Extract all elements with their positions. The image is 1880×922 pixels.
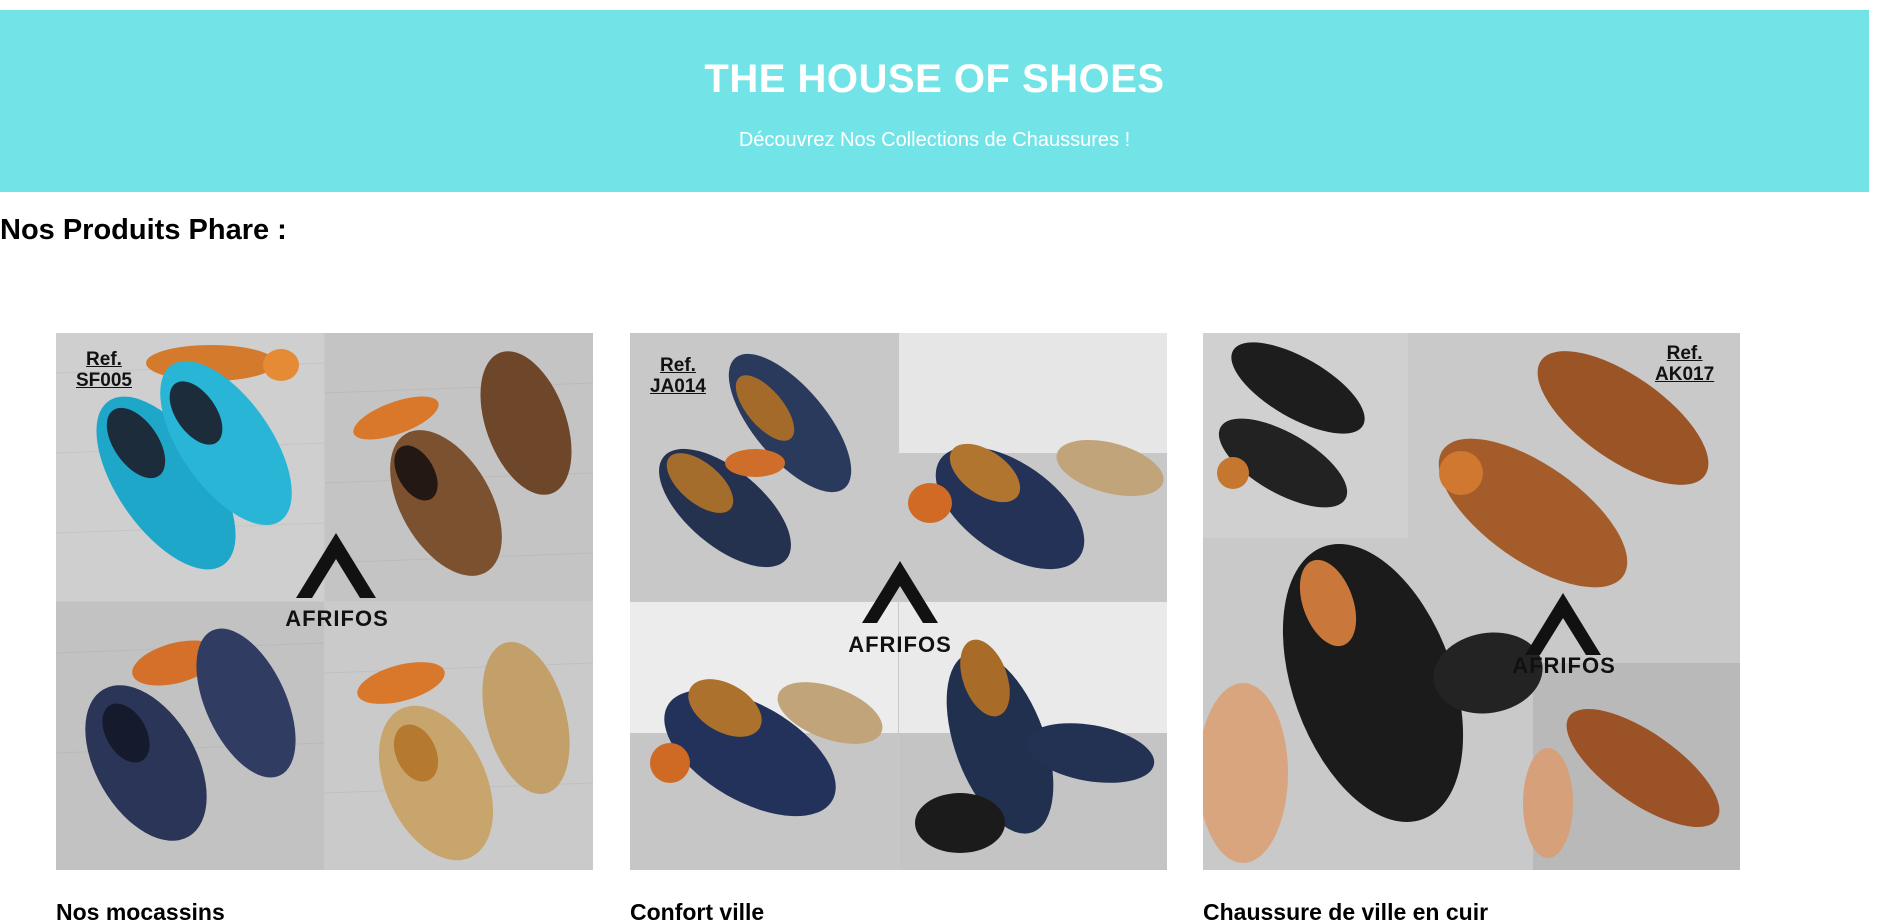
page: THE HOUSE OF SHOES Découvrez Nos Collect… — [0, 0, 1880, 922]
product-card-confort-ville[interactable]: Ref. JA014 AFRIFOS Confort ville — [630, 333, 1167, 922]
product-ref-label: Ref. AK017 — [1655, 343, 1714, 385]
ref-word: Ref. — [86, 349, 122, 370]
ref-word: Ref. — [1666, 343, 1703, 364]
ref-code: SF005 — [76, 370, 132, 391]
product-photo — [1203, 333, 1740, 870]
ref-code: AK017 — [1655, 364, 1715, 385]
site-tagline: Découvrez Nos Collections de Chaussures … — [738, 129, 1131, 151]
product-card-mocassins[interactable]: Ref. SF005 AFRIFOS Nos mocassins — [56, 333, 593, 922]
product-ref-label: Ref. SF005 — [76, 349, 132, 391]
featured-products-heading: Nos Produits Phare : — [0, 214, 287, 246]
site-title: THE HOUSE OF SHOES — [704, 57, 1165, 101]
product-ref-label: Ref. JA014 — [650, 355, 706, 397]
brand-logo: AFRIFOS — [285, 606, 389, 631]
product-name[interactable]: Chaussure de ville en cuir — [1203, 899, 1488, 922]
product-name[interactable]: Confort ville — [630, 899, 764, 922]
product-image-mocassins[interactable]: Ref. SF005 AFRIFOS — [56, 333, 593, 870]
brand-logo: AFRIFOS — [848, 632, 952, 657]
product-image-confort-ville[interactable]: Ref. JA014 AFRIFOS — [630, 333, 1167, 870]
ref-word: Ref. — [660, 355, 696, 376]
site-header-banner: THE HOUSE OF SHOES Découvrez Nos Collect… — [0, 10, 1869, 192]
brand-logo: AFRIFOS — [1512, 653, 1616, 678]
ref-code: JA014 — [650, 376, 706, 397]
product-name[interactable]: Nos mocassins — [56, 899, 225, 922]
product-photo — [630, 333, 1167, 870]
product-card-chaussure-ville-cuir[interactable]: Ref. AK017 AFRIFOS Chaussure de ville en… — [1203, 333, 1740, 922]
product-image-chaussure-ville-cuir[interactable]: Ref. AK017 AFRIFOS — [1203, 333, 1740, 870]
product-photo — [56, 333, 593, 870]
